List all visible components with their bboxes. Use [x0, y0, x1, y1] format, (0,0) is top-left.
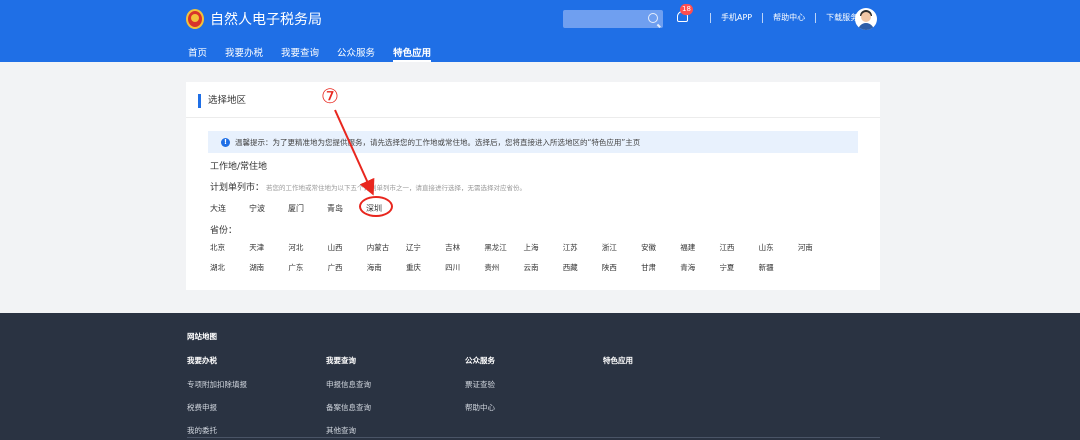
province-option[interactable]: 广西 [328, 262, 367, 273]
province-list-row-2: 湖北 湖南 广东 广西 海南 重庆 四川 贵州 云南 西藏 陕西 甘肃 青海 宁夏 新疆 [210, 262, 798, 273]
plan-city-label: 计划单列市： [210, 183, 265, 193]
province-option[interactable]: 山西 [328, 242, 367, 253]
province-option[interactable]: 上海 [524, 242, 563, 253]
nav-query[interactable]: 我要查询 [281, 45, 319, 62]
nav-featured-apps[interactable]: 特色应用 [393, 45, 432, 62]
footer-link[interactable]: 帮助中心 [465, 402, 495, 413]
card-divider [186, 117, 880, 118]
main-nav: 首页 我要办税 我要查询 公众服务 特色应用 [188, 45, 449, 62]
province-option[interactable]: 安徽 [641, 242, 680, 253]
region-select-card: 选择地区 ! 温馨提示：为了更精准地为您提供服务，请先选择您的工作地或常住地。选… [186, 82, 880, 290]
province-option[interactable]: 宁夏 [719, 262, 758, 273]
province-option[interactable]: 陕西 [602, 262, 641, 273]
nav-public-service[interactable]: 公众服务 [337, 45, 375, 62]
province-option[interactable]: 青海 [680, 262, 719, 273]
province-option[interactable]: 天津 [249, 242, 288, 253]
footer-column-head: 我要办税 [187, 356, 217, 365]
province-option[interactable]: 江西 [719, 242, 758, 253]
plan-city-hint: 若您的工作地或常住地为以下五个计划单列市之一，请直接进行选择，无需选择对应省份。 [266, 184, 527, 192]
province-option[interactable]: 贵州 [484, 262, 523, 273]
province-option[interactable]: 湖南 [249, 262, 288, 273]
province-label: 省份： [210, 226, 238, 236]
plan-city-row: 计划单列市： 若您的工作地或常住地为以下五个计划单列市之一，请直接进行选择，无需… [210, 180, 526, 193]
footer-column-head: 我要查询 [326, 356, 356, 365]
footer-column: 特色应用 [603, 355, 633, 379]
footer-title: 网站地图 [187, 332, 217, 341]
province-option[interactable]: 北京 [210, 242, 249, 253]
notice-text: 温馨提示：为了更精准地为您提供服务，请先选择您的工作地或常住地。选择后，您将直接… [235, 137, 641, 147]
top-links: 手机APP 帮助中心 下载服务 [700, 12, 858, 23]
search-icon[interactable] [648, 13, 658, 23]
footer-column-head: 公众服务 [465, 356, 495, 365]
site-footer: 网站地图 我要办税 专项附加扣除填报 税费申报 我的委托 我要查询 申报信息查询… [0, 313, 1080, 440]
province-option[interactable]: 浙江 [602, 242, 641, 253]
nav-tax-handling[interactable]: 我要办税 [225, 45, 263, 62]
province-option[interactable]: 内蒙古 [367, 242, 406, 253]
footer-column-head: 特色应用 [603, 356, 633, 365]
city-option[interactable]: 厦门 [288, 203, 327, 214]
province-option[interactable]: 辽宁 [406, 242, 445, 253]
nav-home[interactable]: 首页 [188, 45, 207, 62]
notification-badge: 18 [680, 4, 693, 15]
province-option[interactable]: 广东 [288, 262, 327, 273]
province-option[interactable]: 云南 [524, 262, 563, 273]
province-option[interactable]: 山东 [759, 242, 798, 253]
province-option[interactable]: 新疆 [759, 262, 798, 273]
card-title: 选择地区 [198, 94, 246, 108]
footer-column: 我要办税 专项附加扣除填报 税费申报 我的委托 [187, 355, 247, 440]
footer-link[interactable]: 票证查验 [465, 379, 495, 390]
province-option[interactable]: 福建 [680, 242, 719, 253]
province-option[interactable]: 四川 [445, 262, 484, 273]
province-option[interactable]: 重庆 [406, 262, 445, 273]
site-logo[interactable]: 自然人电子税务局 [186, 9, 322, 29]
footer-column: 公众服务 票证查验 帮助中心 [465, 355, 495, 425]
mobile-app-link[interactable]: 手机APP [721, 12, 752, 23]
city-option[interactable]: 大连 [210, 203, 249, 214]
province-option[interactable]: 吉林 [445, 242, 484, 253]
province-option[interactable]: 河北 [288, 242, 327, 253]
province-option[interactable]: 西藏 [563, 262, 602, 273]
notice-banner: ! 温馨提示：为了更精准地为您提供服务，请先选择您的工作地或常住地。选择后，您将… [208, 131, 858, 153]
top-header: 自然人电子税务局 18 手机APP 帮助中心 下载服务 首页 我要办税 我要查询… [0, 0, 1080, 62]
annotation-step-number: ⑦ [321, 84, 339, 108]
province-option[interactable]: 江苏 [563, 242, 602, 253]
province-list-row-1: 北京 天津 河北 山西 内蒙古 辽宁 吉林 黑龙江 上海 江苏 浙江 安徽 福建 江西 山东 河南 [210, 242, 837, 253]
footer-link[interactable]: 其他查询 [326, 425, 371, 436]
province-option[interactable]: 海南 [367, 262, 406, 273]
national-emblem-icon [186, 9, 204, 29]
province-option[interactable]: 河南 [798, 242, 837, 253]
footer-link[interactable]: 专项附加扣除填报 [187, 379, 247, 390]
download-service-link[interactable]: 下载服务 [826, 12, 858, 23]
annotation-highlight-circle [359, 196, 393, 217]
site-title: 自然人电子税务局 [210, 12, 322, 28]
footer-link[interactable]: 我的委托 [187, 425, 247, 436]
user-avatar[interactable] [855, 8, 877, 30]
work-location-label: 工作地/常住地 [210, 162, 268, 172]
search-input[interactable] [563, 10, 663, 28]
footer-link[interactable]: 备案信息查询 [326, 402, 371, 413]
footer-link[interactable]: 税费申报 [187, 402, 247, 413]
footer-divider [187, 437, 880, 438]
help-center-link[interactable]: 帮助中心 [773, 12, 805, 23]
footer-link[interactable]: 申报信息查询 [326, 379, 371, 390]
info-icon: ! [221, 137, 230, 147]
province-option[interactable]: 甘肃 [641, 262, 680, 273]
city-option[interactable]: 宁波 [249, 203, 288, 214]
province-option[interactable]: 湖北 [210, 262, 249, 273]
province-option[interactable]: 黑龙江 [484, 242, 523, 253]
footer-column: 我要查询 申报信息查询 备案信息查询 其他查询 [326, 355, 371, 440]
